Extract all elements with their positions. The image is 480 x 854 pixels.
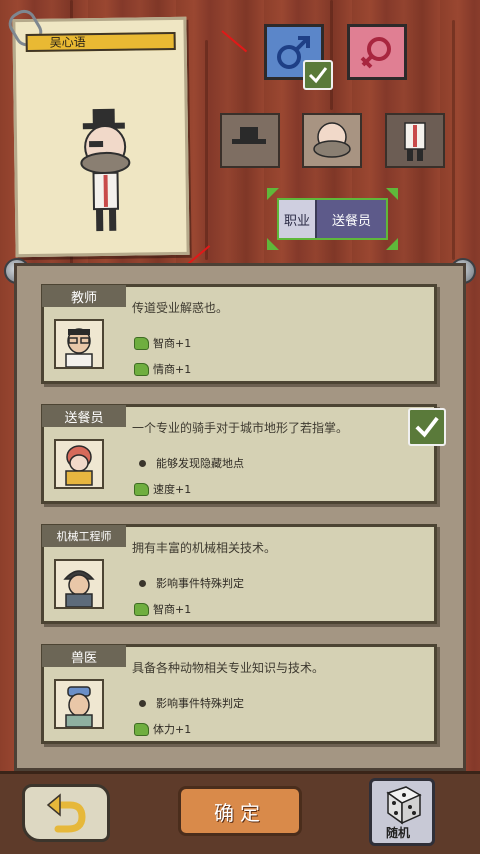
hat-part-button[interactable]: [220, 113, 280, 168]
engineer-avatar-icon: [54, 559, 104, 609]
female-symbol-icon: [360, 37, 391, 69]
veterinarian-avatar-icon: [54, 679, 104, 729]
job-title: 教师: [42, 285, 126, 307]
thumbs-up-icon: [134, 362, 149, 376]
job-ability-text: 影响事件特殊判定: [156, 697, 244, 710]
job-stat-text: 智商+1: [153, 337, 192, 350]
face-beard-icon: [313, 122, 351, 158]
job-stat-line: 情商+1: [134, 361, 191, 377]
job-description: 拥有丰富的机械相关技术。: [132, 541, 277, 555]
back-button[interactable]: [22, 784, 110, 842]
job-list-panel[interactable]: 教师 传道受业解惑也。 智商+1 情商+1 送餐员 一个专业的骑手对于城市地形了…: [14, 263, 466, 771]
job-stat-line: 体力+1: [134, 721, 191, 737]
job-stat-text: 智商+1: [153, 603, 192, 616]
male-selected-check-icon: [303, 60, 333, 90]
random-label: 随机: [386, 826, 411, 840]
job-stat-text: 体力+1: [153, 723, 192, 736]
thumbs-up-icon: [134, 602, 149, 616]
confirm-button[interactable]: 确定: [178, 786, 302, 836]
job-ability-line: 能够发现隐藏地点: [134, 455, 244, 471]
job-card-mechanical-engineer[interactable]: 机械工程师 拥有丰富的机械相关技术。 影响事件特殊判定 智商+1: [41, 524, 437, 624]
job-card-veterinarian[interactable]: 兽医 具备各种动物相关专业知识与技术。 影响事件特殊判定 体力+1: [41, 644, 437, 744]
job-title: 机械工程师: [42, 525, 126, 547]
outfit-part-button[interactable]: [385, 113, 445, 168]
job-ability-text: 能够发现隐藏地点: [156, 457, 244, 470]
wood-grain: [330, 0, 333, 110]
character-card: 吴心语: [4, 5, 190, 258]
back-arrow-icon: [46, 793, 86, 833]
job-selected-check-icon: [408, 408, 446, 446]
thumbs-up-icon: [134, 336, 149, 350]
job-ability-text: 影响事件特殊判定: [156, 577, 244, 590]
job-ability-line: 影响事件特殊判定: [134, 575, 244, 591]
face-part-button[interactable]: [302, 113, 362, 168]
job-description: 具备各种动物相关专业知识与技术。: [132, 661, 325, 675]
outfit-icon: [404, 122, 426, 161]
job-title: 兽医: [42, 645, 126, 667]
job-stat-text: 情商+1: [153, 363, 192, 376]
bullet-dot-icon: [139, 459, 146, 467]
job-stat-line: 智商+1: [134, 601, 191, 617]
job-selector-corner-arrows-icon: [267, 188, 398, 250]
thumbs-up-icon: [134, 482, 149, 496]
character-name-field[interactable]: 吴心语: [25, 31, 176, 53]
character-portrait: [80, 108, 131, 232]
job-title: 送餐员: [42, 405, 126, 427]
job-stat-line: 智商+1: [134, 335, 191, 351]
wood-grain: [452, 20, 455, 260]
job-stat-line: 速度+1: [134, 481, 191, 497]
thumbs-up-icon: [134, 722, 149, 736]
job-card-teacher[interactable]: 教师 传道受业解惑也。 智商+1 情商+1: [41, 284, 437, 384]
hat-icon: [232, 127, 266, 144]
bullet-dot-icon: [139, 579, 146, 587]
female-gender-button[interactable]: [347, 24, 407, 80]
delivery-rider-avatar-icon: [54, 439, 104, 489]
job-description: 传道受业解惑也。: [132, 301, 229, 315]
wood-grain: [205, 40, 208, 260]
job-ability-line: 影响事件特殊判定: [134, 695, 244, 711]
job-stat-text: 速度+1: [153, 483, 192, 496]
teacher-avatar-icon: [54, 319, 104, 369]
job-card-delivery[interactable]: 送餐员 一个专业的骑手对于城市地形了若指掌。 能够发现隐藏地点 速度+1: [41, 404, 437, 504]
random-button[interactable]: 随机: [369, 778, 435, 846]
bullet-dot-icon: [139, 699, 146, 707]
character-name: 吴心语: [49, 35, 86, 50]
job-description: 一个专业的骑手对于城市地形了若指掌。: [132, 421, 349, 435]
